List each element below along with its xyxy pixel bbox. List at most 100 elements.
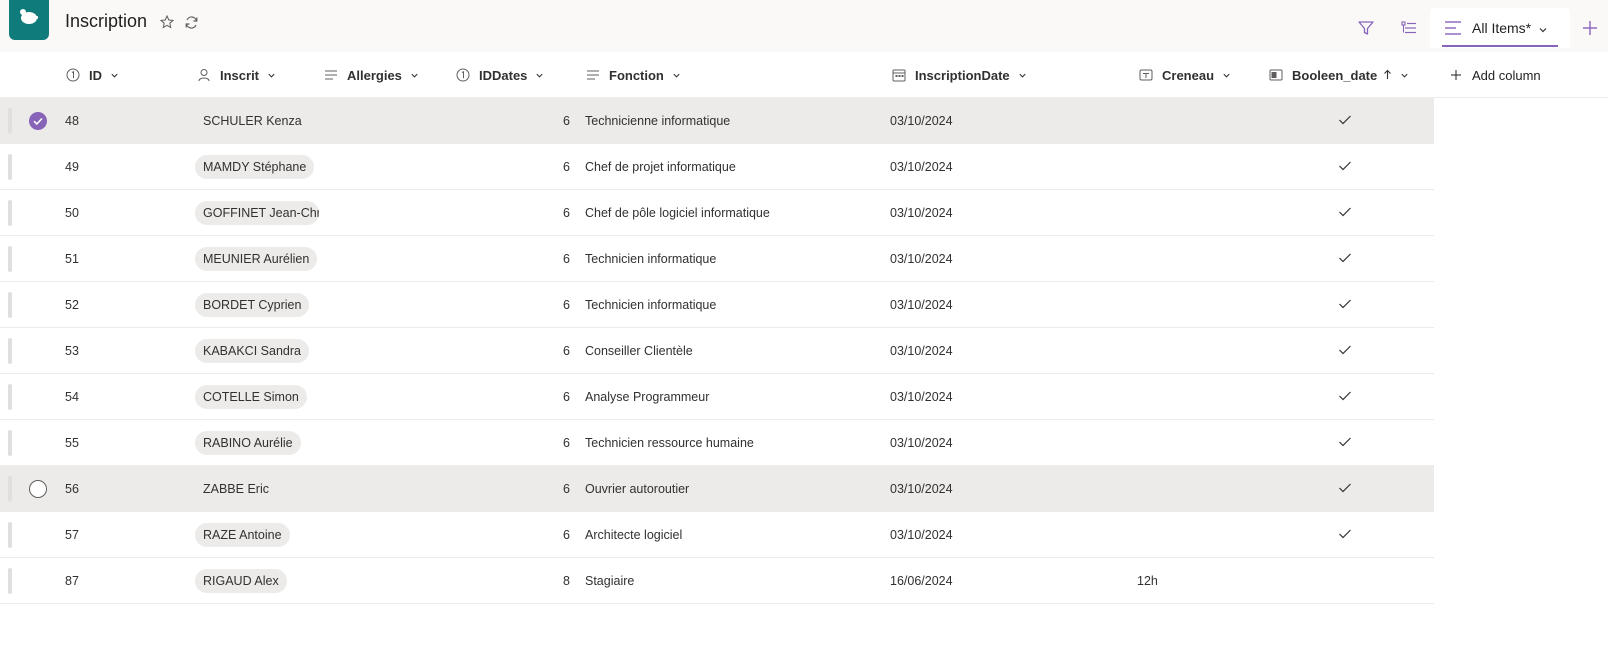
fonction-cell: Architecte logiciel: [585, 528, 683, 542]
id-cell: 87: [65, 574, 79, 588]
inscriptiondate-cell: 03/10/2024: [890, 298, 953, 312]
chevron-down-icon: [267, 68, 276, 83]
person-pill[interactable]: RIGAUD Alex: [195, 569, 287, 593]
creneau-cell: [1137, 98, 1197, 144]
row-indicator: [8, 522, 12, 548]
add-column-button[interactable]: Add column: [1448, 52, 1541, 98]
column-header-id[interactable]: ID: [65, 52, 119, 98]
inscriptiondate-cell: 03/10/2024: [890, 528, 953, 542]
text-lines-icon: [585, 67, 601, 83]
inscrit-cell: RIGAUD Alex: [195, 558, 319, 604]
list-header: Inscription All Items*: [0, 0, 1608, 52]
fonction-cell: Conseiller Clientèle: [585, 344, 693, 358]
checkmark-icon: [1338, 114, 1352, 129]
creneau-cell: [1137, 282, 1197, 328]
table-row[interactable]: 57 RAZE Antoine 6 Architecte logiciel 03/10/…: [0, 512, 1434, 558]
row-indicator: [8, 200, 12, 226]
chevron-down-icon: [1400, 68, 1409, 83]
sort-ascending-icon: [1383, 68, 1392, 83]
creneau-cell: [1137, 144, 1197, 190]
row-indicator: [8, 384, 12, 410]
column-header-fonction[interactable]: Fonction: [585, 52, 681, 98]
id-cell: 55: [65, 436, 79, 450]
column-header-inscriptiondate[interactable]: InscriptionDate: [891, 52, 1027, 98]
star-icon[interactable]: [159, 14, 175, 30]
person-pill[interactable]: KABAKCI Sandra: [195, 339, 309, 363]
column-header-creneau[interactable]: Creneau: [1138, 52, 1231, 98]
view-tab-underline: [1442, 45, 1558, 47]
person-pill[interactable]: SCHULER Kenza: [195, 109, 310, 133]
column-header-booleen-date[interactable]: Booleen_date: [1268, 52, 1409, 98]
checkmark-icon: [1338, 436, 1352, 451]
iddates-cell: 6: [563, 528, 570, 542]
column-label: Booleen_date: [1292, 67, 1378, 83]
fonction-cell: Chef de pôle logiciel informatique: [585, 206, 770, 220]
person-icon: [196, 67, 212, 83]
iddates-cell: 8: [563, 574, 570, 588]
person-pill[interactable]: MEUNIER Aurélien: [195, 247, 318, 271]
table-row[interactable]: 56 ZABBE Eric 6 Ouvrier autoroutier 03/10/20…: [0, 466, 1434, 512]
person-pill[interactable]: RAZE Antoine: [195, 523, 290, 547]
table-row[interactable]: 51 MEUNIER Aurélien 6 Technicien informatiq…: [0, 236, 1434, 282]
person-pill[interactable]: MAMDY Stéphane: [195, 155, 315, 179]
iddates-cell: 6: [563, 344, 570, 358]
iddates-cell: 6: [563, 160, 570, 174]
view-selector-all-items[interactable]: All Items*: [1430, 8, 1570, 48]
fonction-cell: Analyse Programmeur: [585, 390, 710, 404]
checkmark-icon: [1338, 390, 1352, 405]
sync-icon[interactable]: [183, 14, 199, 30]
inscriptiondate-cell: 03/10/2024: [890, 252, 953, 266]
id-cell: 56: [65, 482, 79, 496]
number-icon: [65, 67, 81, 83]
row-indicator: [8, 476, 12, 502]
person-pill[interactable]: ZABBE Eric: [195, 477, 277, 501]
checkmark-icon: [1338, 298, 1352, 313]
piggy-bank-icon[interactable]: [9, 0, 49, 40]
edit-columns-icon[interactable]: [1399, 18, 1419, 38]
table-row[interactable]: 87 RIGAUD Alex 8 Stagiaire 16/06/2024 12h: [0, 558, 1434, 604]
inscriptiondate-cell: 03/10/2024: [890, 206, 953, 220]
inscrit-cell: MAMDY Stéphane: [195, 144, 319, 190]
table-row[interactable]: 49 MAMDY Stéphane 6 Chef de projet informat…: [0, 144, 1434, 190]
table-row[interactable]: 48 SCHULER Kenza 6 Technicienne informatiqu…: [0, 98, 1434, 144]
add-view-icon[interactable]: [1580, 18, 1600, 38]
column-header-allergies[interactable]: Allergies: [323, 52, 419, 98]
fonction-cell: Ouvrier autoroutier: [585, 482, 690, 496]
person-pill[interactable]: GOFFINET Jean-Christ: [195, 201, 319, 225]
checkmark-icon: [1338, 252, 1352, 267]
checkmark-icon: [1338, 344, 1352, 359]
person-pill[interactable]: COTELLE Simon: [195, 385, 307, 409]
iddates-cell: 6: [563, 298, 570, 312]
inscrit-cell: RAZE Antoine: [195, 512, 319, 558]
person-pill[interactable]: RABINO Aurélie: [195, 431, 301, 455]
id-cell: 48: [65, 114, 79, 128]
row-indicator: [8, 338, 12, 364]
id-cell: 49: [65, 160, 79, 174]
choice-icon: [1138, 67, 1154, 83]
chevron-down-icon: [110, 68, 119, 83]
plus-icon: [1448, 67, 1464, 83]
view-label: All Items*: [1472, 20, 1532, 36]
column-header-iddates[interactable]: IDDates: [455, 52, 544, 98]
booleen-date-cell: [1330, 144, 1360, 190]
row-checkmark-icon[interactable]: [29, 112, 47, 130]
inscrit-cell: GOFFINET Jean-Christ: [195, 190, 319, 236]
table-row[interactable]: 54 COTELLE Simon 6 Analyse Programmeur 03/10…: [0, 374, 1434, 420]
creneau-cell: [1137, 420, 1197, 466]
fonction-cell: Technicienne informatique: [585, 114, 731, 128]
inscrit-cell: BORDET Cyprien: [195, 282, 319, 328]
table-row[interactable]: 50 GOFFINET Jean-Christ 6 Chef de pôle logi…: [0, 190, 1434, 236]
column-header-inscrit[interactable]: Inscrit: [196, 52, 276, 98]
id-cell: 54: [65, 390, 79, 404]
filter-icon[interactable]: [1356, 18, 1376, 38]
table-row[interactable]: 53 KABAKCI Sandra 6 Conseiller Clientèle 03/…: [0, 328, 1434, 374]
add-column-label: Add column: [1472, 67, 1541, 83]
table-row[interactable]: 52 BORDET Cyprien 6 Technicien informatique…: [0, 282, 1434, 328]
table-row[interactable]: 55 RABINO Aurélie 6 Technicien ressource hu…: [0, 420, 1434, 466]
row-select-circle-icon[interactable]: [29, 480, 47, 498]
person-pill[interactable]: BORDET Cyprien: [195, 293, 310, 317]
chevron-down-icon: [1538, 22, 1548, 40]
column-header-row: ID Inscrit Allergies IDDates Fonction In…: [0, 52, 1608, 98]
iddates-cell: 6: [563, 114, 570, 128]
iddates-cell: 6: [563, 252, 570, 266]
